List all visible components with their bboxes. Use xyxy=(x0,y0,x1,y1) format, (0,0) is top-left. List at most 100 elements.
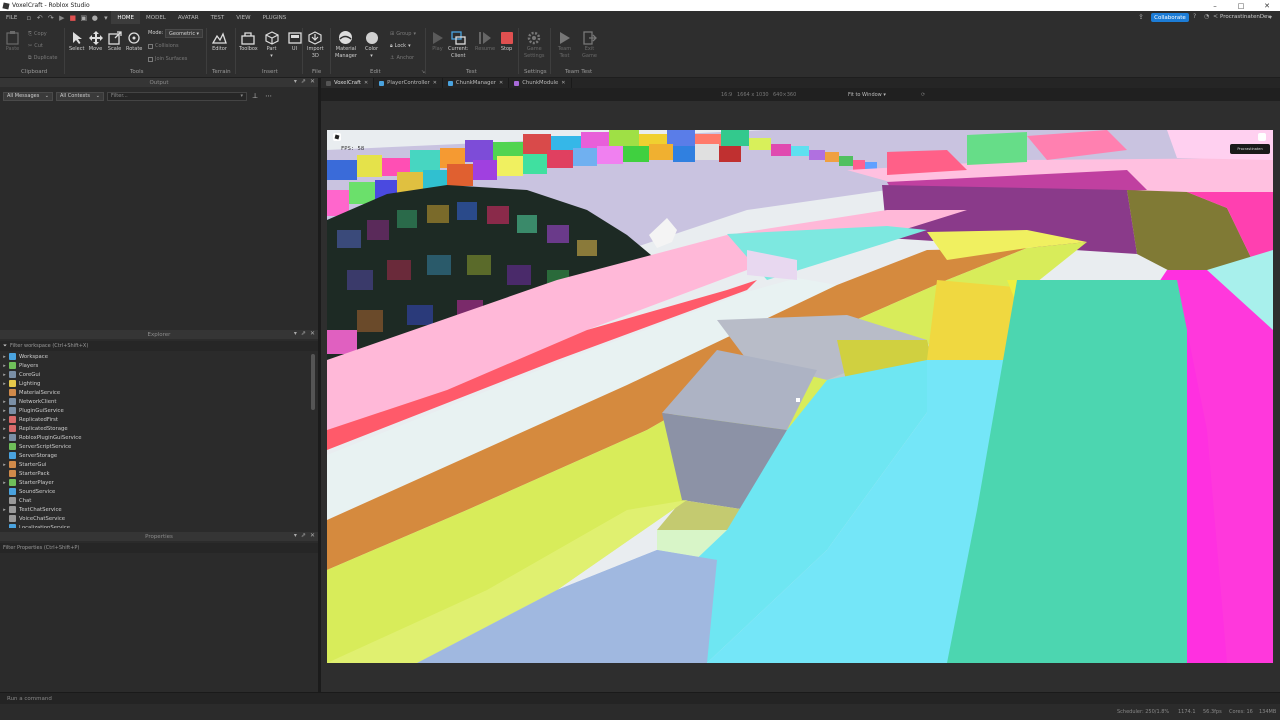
explorer-item[interactable]: SoundService xyxy=(0,487,318,496)
mode-dropdown[interactable]: Geometric ▾ xyxy=(165,29,203,38)
explorer-item[interactable]: ▸ RobloxPluginGuiService xyxy=(0,433,318,442)
explorer-item[interactable]: ▸ CoreGui xyxy=(0,370,318,379)
explorer-filter-input[interactable]: ⏷ Filter workspace (Ctrl+Shift+X) xyxy=(0,341,318,351)
terrain-editor-button[interactable]: Editor xyxy=(212,30,227,53)
redo-icon[interactable]: ↷ xyxy=(45,12,56,23)
rotate-device-icon[interactable]: ⟳ xyxy=(921,92,925,98)
move-button[interactable]: Move xyxy=(88,30,103,53)
output-filter-input[interactable]: Filter... ▾ xyxy=(107,91,247,101)
clear-output-icon[interactable]: ⊥ xyxy=(252,92,258,100)
document-tab[interactable]: PlayerController ✕ xyxy=(374,78,443,88)
explorer-item[interactable]: MaterialService xyxy=(0,388,318,397)
document-tab[interactable]: ChunkManager ✕ xyxy=(443,78,510,88)
screenshot-icon[interactable]: ▣ xyxy=(78,12,89,23)
explorer-item[interactable]: ▸ Players xyxy=(0,361,318,370)
document-tab[interactable]: ChunkModule ✕ xyxy=(509,78,572,88)
explorer-item[interactable]: VoiceChatService xyxy=(0,514,318,523)
expand-arrow-icon[interactable]: ▸ xyxy=(0,480,9,486)
document-tab[interactable]: VoxelCraft ✕ xyxy=(321,78,375,88)
join-surfaces-toggle[interactable]: Join Surfaces xyxy=(148,56,187,62)
float-icon[interactable]: ⇗ xyxy=(301,330,306,337)
cut-button[interactable]: ✂ Cut xyxy=(28,43,43,49)
notification-icon[interactable]: ⇪ xyxy=(1138,13,1144,21)
explorer-item[interactable]: ▸ ReplicatedFirst xyxy=(0,415,318,424)
lock-button[interactable]: 🔒︎ Lock ▾ xyxy=(390,43,411,49)
command-bar[interactable]: Run a command xyxy=(0,692,1280,704)
game-settings-icon[interactable] xyxy=(1258,133,1266,141)
color-button[interactable]: Color ▾ xyxy=(364,30,379,60)
material-manager-button[interactable]: Material Manager xyxy=(335,30,357,60)
select-button[interactable]: Select xyxy=(69,30,84,53)
bell-icon[interactable]: ◔ xyxy=(1204,13,1209,20)
close-icon[interactable]: ✕ xyxy=(310,532,315,539)
user-name[interactable]: ProcrastinatenDev xyxy=(1220,14,1271,20)
anchor-button[interactable]: ⚓︎ Anchor xyxy=(390,55,414,61)
properties-filter-input[interactable]: Filter Properties (Ctrl+Shift+P) xyxy=(0,543,318,553)
explorer-scrollbar[interactable] xyxy=(310,352,316,528)
customize-icon[interactable]: ▾ xyxy=(100,12,111,23)
close-window-button[interactable]: ✕ xyxy=(1254,0,1280,11)
explorer-item[interactable]: ▸ NetworkClient xyxy=(0,397,318,406)
close-icon[interactable]: ✕ xyxy=(433,80,437,86)
duplicate-button[interactable]: ⧉ Duplicate xyxy=(28,55,57,61)
expand-arrow-icon[interactable]: ▸ xyxy=(0,507,9,513)
explorer-item[interactable]: ▸ Lighting xyxy=(0,379,318,388)
help-icon[interactable]: ? xyxy=(1193,13,1196,20)
current-client-button[interactable]: Current: Client xyxy=(448,30,468,60)
close-icon[interactable]: ✕ xyxy=(561,80,565,86)
expand-arrow-icon[interactable]: ▸ xyxy=(0,372,9,378)
expand-arrow-icon[interactable]: ▸ xyxy=(0,354,9,360)
stop-button[interactable]: Stop xyxy=(499,30,514,53)
close-icon[interactable]: ✕ xyxy=(310,330,315,337)
explorer-item[interactable]: ▸ ReplicatedStorage xyxy=(0,424,318,433)
undo-icon[interactable]: ↶ xyxy=(34,12,45,23)
menu-tab-avatar[interactable]: AVATAR xyxy=(172,11,205,24)
all-messages-dropdown[interactable]: All Messages ⌄ xyxy=(3,91,53,101)
all-contexts-dropdown[interactable]: All Contexts ⌄ xyxy=(56,91,104,101)
exit-game-button[interactable]: Exit Game xyxy=(582,30,597,60)
explorer-item[interactable]: Chat xyxy=(0,496,318,505)
explorer-item[interactable]: ▸ TextChatService xyxy=(0,505,318,514)
collisions-toggle[interactable]: Collisions xyxy=(148,43,179,49)
play-button[interactable]: Play xyxy=(430,30,445,53)
menu-tab-model[interactable]: MODEL xyxy=(140,11,172,24)
explorer-item[interactable]: LocalizationService xyxy=(0,523,318,528)
import-3d-button[interactable]: Import 3D xyxy=(307,30,324,60)
expand-arrow-icon[interactable]: ▸ xyxy=(0,462,9,468)
collaborate-button[interactable]: Collaborate xyxy=(1151,13,1189,22)
play-icon[interactable]: ▶ xyxy=(56,12,67,23)
filter-icon[interactable]: ⏷ xyxy=(3,343,7,349)
close-icon[interactable]: ✕ xyxy=(499,80,503,86)
expand-arrow-icon[interactable]: ▸ xyxy=(0,363,9,369)
explorer-item[interactable]: ▸ PluginGuiService xyxy=(0,406,318,415)
paste-button[interactable]: Paste xyxy=(5,30,20,53)
game-settings-button[interactable]: Game Settings xyxy=(524,30,545,60)
dropdown-icon[interactable]: ▾ xyxy=(294,78,297,85)
close-icon[interactable]: ✕ xyxy=(310,78,315,85)
close-icon[interactable]: ✕ xyxy=(364,80,368,86)
expand-arrow-icon[interactable]: ▸ xyxy=(0,435,9,441)
menu-tab-test[interactable]: TEST xyxy=(205,11,231,24)
explorer-item[interactable]: ▸ StarterGui xyxy=(0,460,318,469)
maximize-button[interactable]: □ xyxy=(1228,0,1254,11)
rotate-button[interactable]: Rotate xyxy=(126,30,142,53)
more-icon[interactable]: ⋯ xyxy=(265,92,272,100)
expand-arrow-icon[interactable]: ▸ xyxy=(0,408,9,414)
dropdown-icon[interactable]: ▾ xyxy=(294,532,297,539)
player-name-button[interactable]: Procrastinaten xyxy=(1230,144,1270,154)
expand-arrow-icon[interactable]: ▸ xyxy=(0,417,9,423)
aspect-ratio[interactable]: 16:9 xyxy=(721,92,732,98)
menu-tab-home[interactable]: HOME xyxy=(111,11,141,24)
float-icon[interactable]: ⇗ xyxy=(301,78,306,85)
menu-tab-plugins[interactable]: PLUGINS xyxy=(257,11,293,24)
game-viewport[interactable]: FPS: 58 Procrastinaten xyxy=(327,130,1273,663)
team-test-button[interactable]: Team Test xyxy=(557,30,572,60)
explorer-item[interactable]: ▸ StarterPlayer xyxy=(0,478,318,487)
menu-tab-view[interactable]: VIEW xyxy=(230,11,256,24)
expand-arrow-icon[interactable]: ▸ xyxy=(0,381,9,387)
record-icon[interactable]: ● xyxy=(89,12,100,23)
explorer-item[interactable]: StarterPack xyxy=(0,469,318,478)
float-icon[interactable]: ⇗ xyxy=(301,532,306,539)
save-icon[interactable]: ▫ xyxy=(23,12,34,23)
roblox-menu-button[interactable] xyxy=(333,133,341,141)
